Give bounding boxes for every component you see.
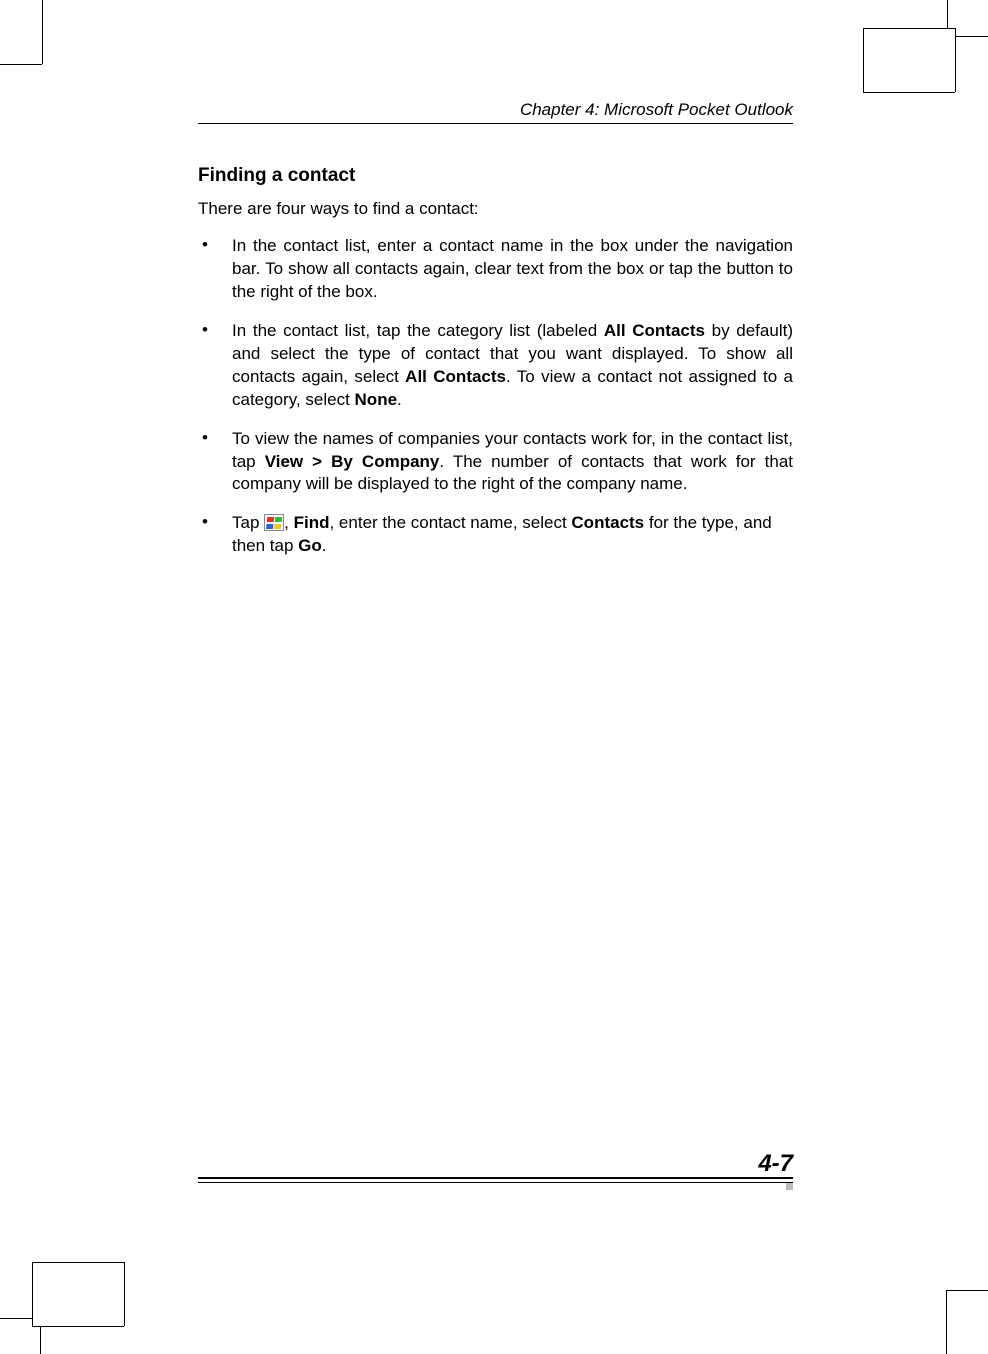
text: ,: [284, 513, 293, 532]
text: , enter the contact name, select: [329, 513, 571, 532]
bullet-text: In the contact list, tap the category li…: [232, 320, 793, 412]
text: In the contact list, enter a contact nam…: [232, 236, 793, 301]
list-item: • To view the names of companies your co…: [198, 428, 793, 497]
bullet-text: In the contact list, enter a contact nam…: [232, 235, 793, 304]
crop-mark: [32, 1262, 124, 1263]
bold-text: Go: [298, 536, 322, 555]
running-header: Chapter 4: Microsoft Pocket Outlook: [198, 100, 793, 120]
header-rule: [198, 123, 793, 124]
bullet-icon: •: [198, 428, 232, 497]
bold-text: All Contacts: [405, 367, 506, 386]
footer-rule: [198, 1182, 793, 1183]
crop-mark: [32, 1326, 124, 1327]
bullet-text: Tap , Find, enter the contact name, sele…: [232, 512, 793, 558]
text: .: [397, 390, 402, 409]
bullet-icon: •: [198, 512, 232, 558]
intro-text: There are four ways to find a contact:: [198, 199, 793, 219]
crop-mark: [947, 0, 948, 28]
list-item: • In the contact list, enter a contact n…: [198, 235, 793, 304]
crop-mark: [863, 92, 955, 93]
crop-mark: [32, 1262, 33, 1326]
list-item: • In the contact list, tap the category …: [198, 320, 793, 412]
bold-text: View: [265, 452, 303, 471]
bold-text: By Company: [331, 452, 439, 471]
footer-rule: [198, 1177, 793, 1179]
bullet-text: To view the names of companies your cont…: [232, 428, 793, 497]
crop-mark: [955, 36, 988, 37]
crop-mark: [42, 0, 43, 64]
text: In the contact list, tap the category li…: [232, 321, 604, 340]
bold-text: All Contacts: [604, 321, 705, 340]
crop-mark: [124, 1262, 125, 1326]
bold-text: >: [303, 452, 331, 471]
section-heading: Finding a contact: [198, 165, 793, 187]
footer-ornament: [786, 1183, 793, 1190]
crop-mark: [946, 1290, 947, 1354]
crop-mark: [0, 64, 42, 65]
bold-text: Find: [294, 513, 330, 532]
content-area: Finding a contact There are four ways to…: [198, 165, 793, 574]
crop-mark: [863, 28, 864, 92]
list-item: • Tap , Find, enter the contact name, se…: [198, 512, 793, 558]
crop-mark: [863, 28, 955, 29]
text: Tap: [232, 513, 264, 532]
crop-mark: [0, 1318, 32, 1319]
bullet-icon: •: [198, 235, 232, 304]
bold-text: Contacts: [571, 513, 644, 532]
crop-mark: [40, 1326, 41, 1354]
crop-mark: [946, 1290, 988, 1291]
windows-start-icon: [264, 514, 284, 531]
page-number: 4-7: [198, 1150, 793, 1178]
bold-text: None: [355, 390, 398, 409]
text: .: [322, 536, 327, 555]
bullet-icon: •: [198, 320, 232, 412]
crop-mark: [955, 28, 956, 92]
